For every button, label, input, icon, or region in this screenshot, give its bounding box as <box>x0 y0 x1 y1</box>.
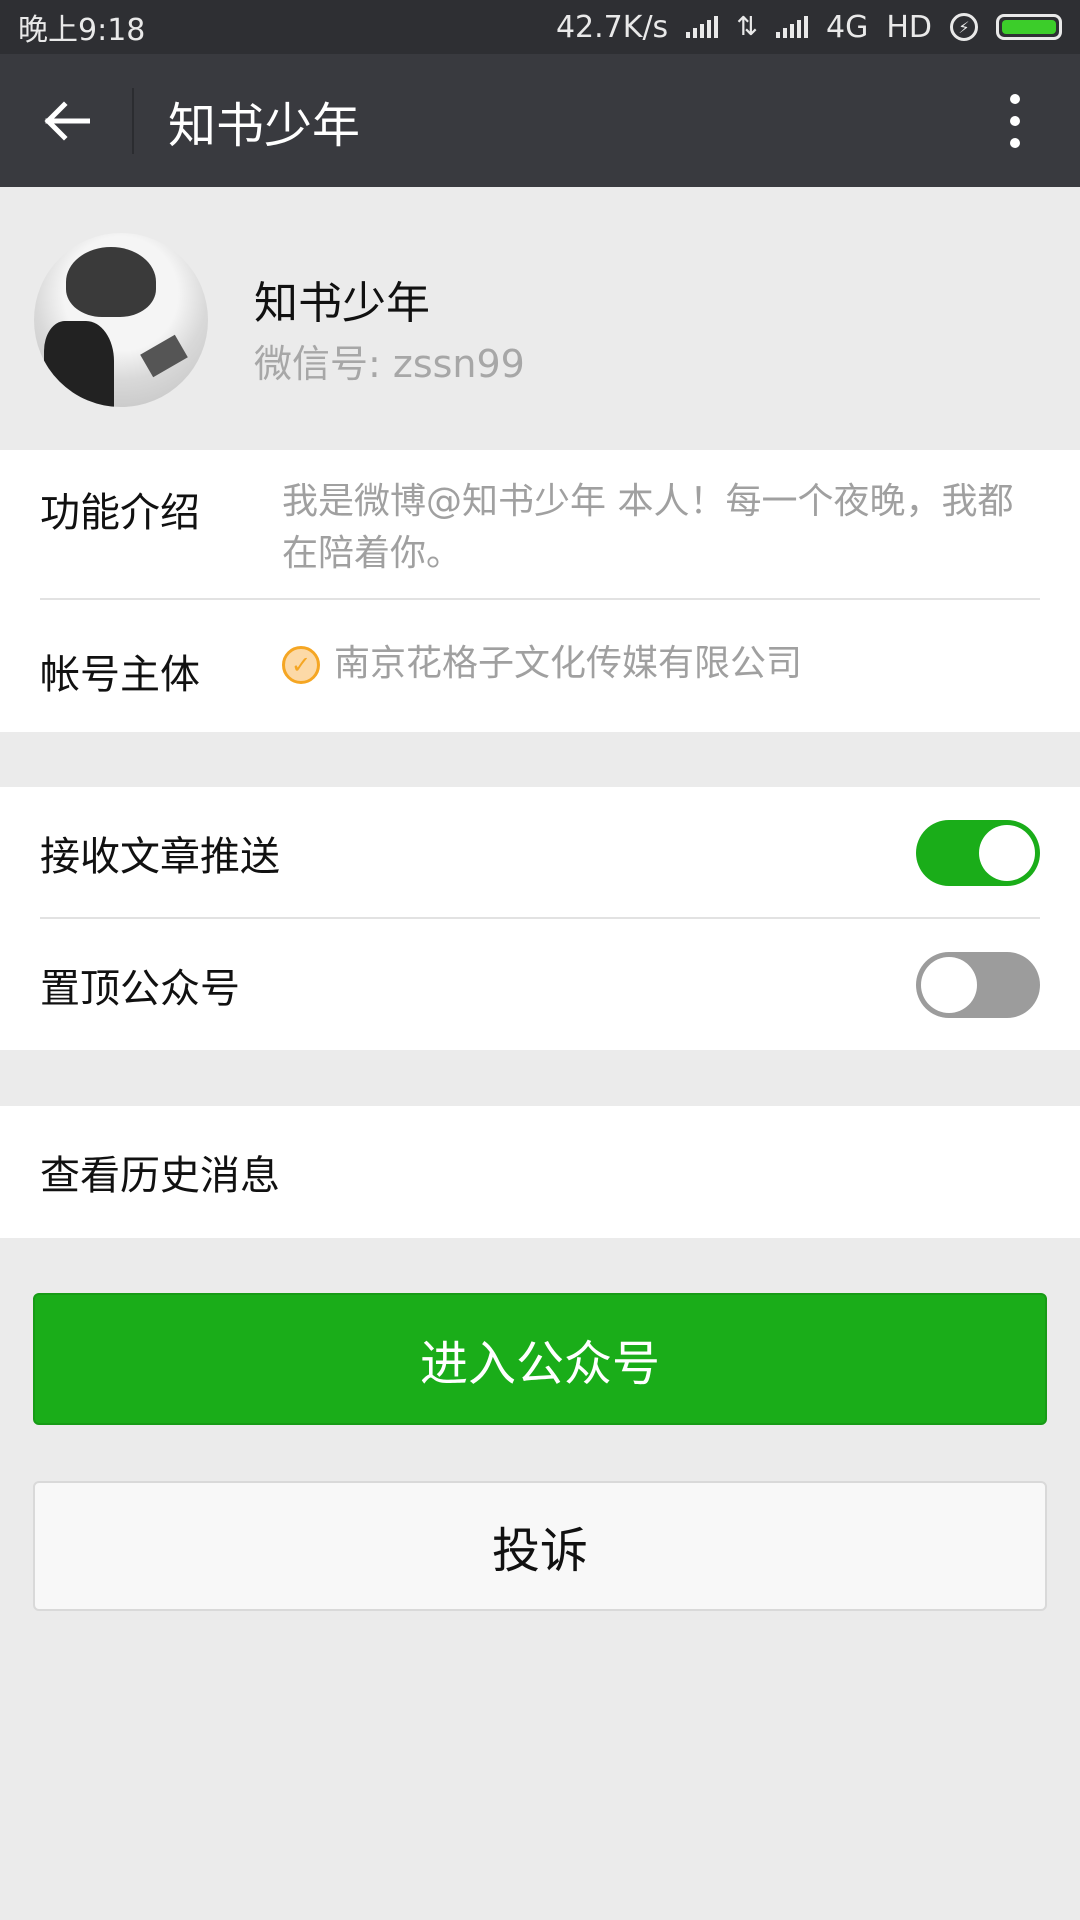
complain-button[interactable]: 投诉 <box>33 1481 1047 1611</box>
signal-icon <box>686 16 719 38</box>
more-vertical-icon <box>1010 93 1020 104</box>
view-history-label: 查看历史消息 <box>40 1153 280 1199</box>
arrow-left-icon <box>44 100 90 141</box>
battery-icon <box>996 14 1062 40</box>
status-icons: 42.7K/s ⇅ 4G HD ⚡ <box>556 10 1062 45</box>
network-type: 4G <box>825 9 869 45</box>
pin-toggle[interactable] <box>916 951 1040 1018</box>
account-value: 南京花格子文化传媒有限公司 <box>334 643 803 684</box>
page-title: 知书少年 <box>168 97 361 154</box>
hd-indicator: HD <box>886 9 932 45</box>
intro-label: 功能介绍 <box>40 490 200 536</box>
row-divider <box>40 598 1040 600</box>
pin-label: 置顶公众号 <box>40 965 240 1012</box>
account-label: 帐号主体 <box>40 652 200 698</box>
app-bar: 知书少年 <box>0 54 1080 187</box>
data-transfer-icon: ⇅ <box>736 12 758 42</box>
wechat-id: 微信号: zssn99 <box>254 342 525 386</box>
back-button[interactable] <box>0 54 132 187</box>
more-button[interactable] <box>950 54 1080 187</box>
signal-icon-2 <box>775 16 808 38</box>
profile-name: 知书少年 <box>254 278 430 329</box>
receive-push-label: 接收文章推送 <box>40 833 280 880</box>
view-history-row[interactable]: 查看历史消息 <box>0 1106 1080 1238</box>
pin-row: 置顶公众号 <box>0 919 1080 1050</box>
info-section: 功能介绍 我是微博@知书少年 本人！每一个夜晚，我都在陪着你。 帐号主体 ✓ 南京… <box>0 450 1080 732</box>
profile-header: 知书少年 微信号: zssn99 <box>0 187 1080 450</box>
receive-push-toggle[interactable] <box>916 819 1040 886</box>
network-speed: 42.7K/s <box>555 9 669 45</box>
account-row[interactable]: ✓ 南京花格子文化传媒有限公司 <box>282 638 1044 690</box>
avatar[interactable] <box>34 233 208 407</box>
toolbar-divider <box>132 87 134 154</box>
settings-section: 接收文章推送 置顶公众号 <box>0 787 1080 1050</box>
intro-value: 我是微博@知书少年 本人！每一个夜晚，我都在陪着你。 <box>282 481 1014 574</box>
verified-check-icon: ✓ <box>282 646 320 684</box>
charging-icon: ⚡ <box>950 13 978 41</box>
status-bar: 晚上9:18 42.7K/s ⇅ 4G HD ⚡ <box>0 0 1080 54</box>
enter-account-button[interactable]: 进入公众号 <box>33 1293 1047 1425</box>
receive-push-row: 接收文章推送 <box>0 787 1080 918</box>
status-time: 晚上9:18 <box>18 13 146 48</box>
